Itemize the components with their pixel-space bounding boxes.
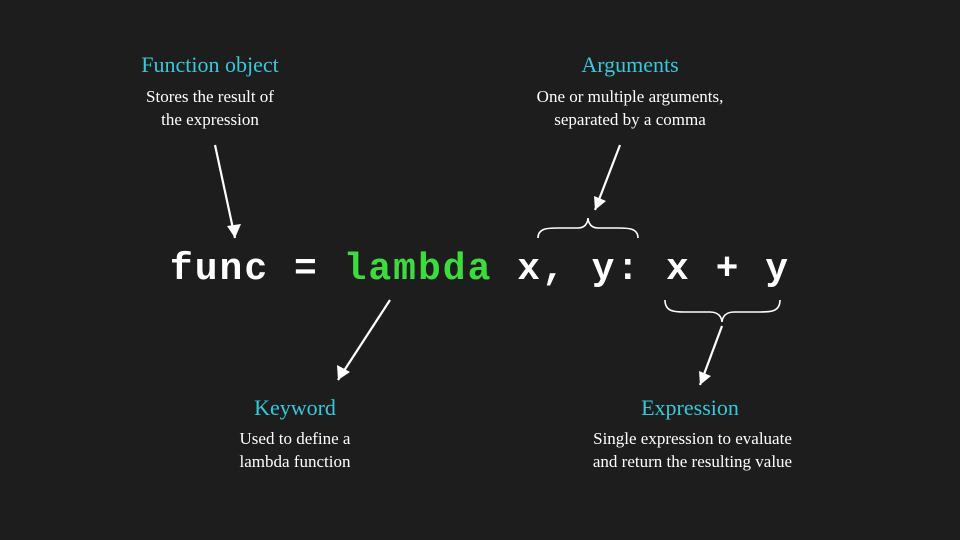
desc-function-object: Stores the result of the expression — [100, 86, 320, 132]
desc-expression: Single expression to evaluate and return… — [555, 428, 830, 474]
label-expression: Expression — [580, 395, 800, 421]
brace-expression — [665, 300, 780, 322]
code-colon: : — [616, 248, 666, 291]
diagram-stage: func = lambda x, y: x + y Function objec… — [0, 0, 960, 540]
arrow-function-object — [215, 145, 241, 238]
desc-arguments: One or multiple arguments, separated by … — [490, 86, 770, 132]
label-keyword: Keyword — [215, 395, 375, 421]
brace-arguments — [538, 218, 638, 238]
code-lambda-keyword: lambda — [344, 248, 493, 291]
code-equals: = — [269, 248, 343, 291]
arrow-arguments — [594, 145, 620, 210]
code-args: x, y — [517, 248, 616, 291]
code-func: func — [170, 248, 269, 291]
code-expr: x + y — [666, 248, 790, 291]
arrow-keyword — [337, 300, 390, 380]
label-function-object: Function object — [110, 52, 310, 78]
code-space — [492, 248, 517, 291]
code-line: func = lambda x, y: x + y — [0, 248, 960, 291]
desc-keyword: Used to define a lambda function — [190, 428, 400, 474]
label-arguments: Arguments — [510, 52, 750, 78]
arrow-expression — [699, 326, 722, 385]
